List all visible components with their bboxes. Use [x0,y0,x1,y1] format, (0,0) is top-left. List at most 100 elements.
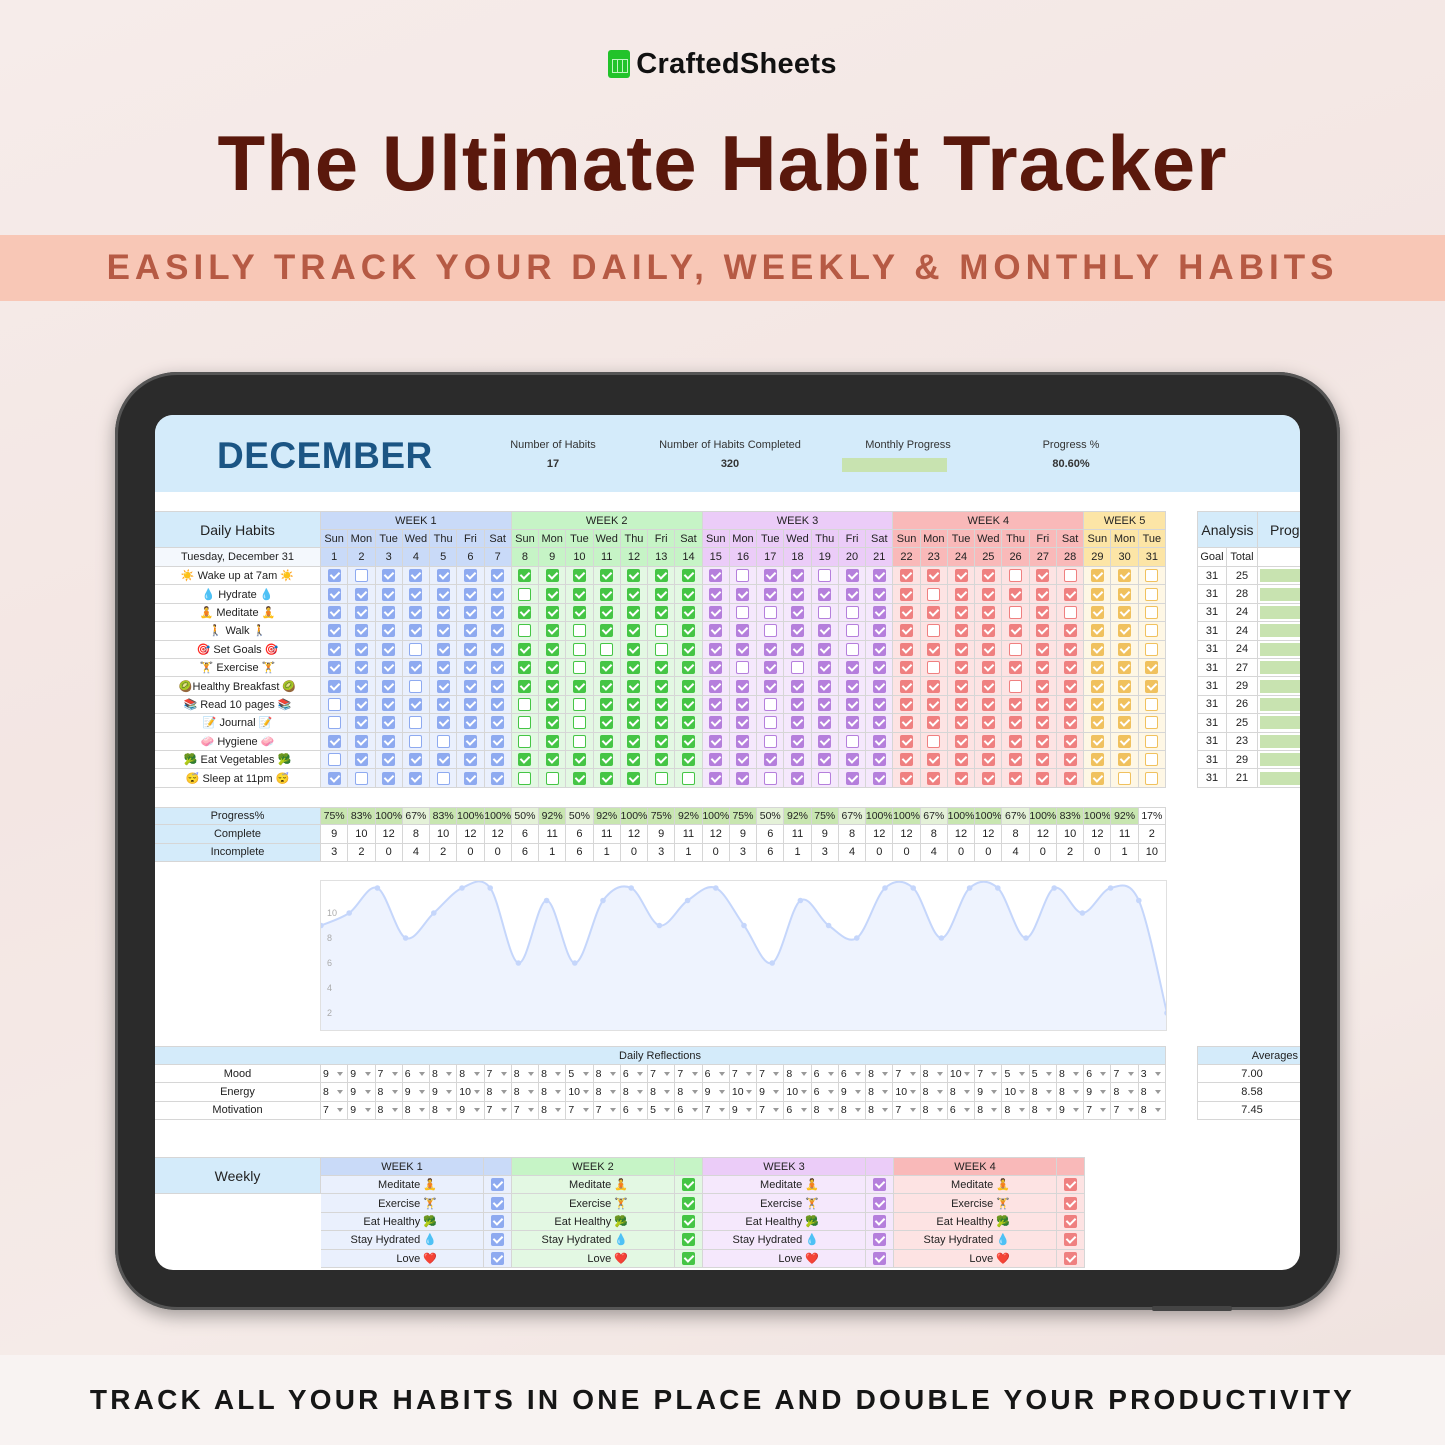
checked-checkbox[interactable] [872,624,886,638]
checked-checkbox[interactable] [382,605,396,619]
checked-checkbox[interactable] [818,624,832,638]
checked-checkbox[interactable] [491,697,505,711]
reflection-dropdown[interactable]: 9 [757,1083,785,1102]
reflection-dropdown[interactable]: 7 [484,1065,512,1084]
reflection-dropdown[interactable]: 6 [784,1101,812,1121]
unchecked-checkbox[interactable] [409,734,423,748]
reflection-dropdown[interactable]: 9 [729,1101,758,1121]
checked-checkbox[interactable] [545,587,559,601]
checked-checkbox[interactable] [409,697,423,711]
reflection-dropdown[interactable]: 7 [702,1101,730,1121]
reflection-dropdown[interactable]: 8 [838,1101,867,1121]
checked-checkbox[interactable] [927,697,941,711]
unchecked-checkbox[interactable] [327,716,341,730]
checked-checkbox[interactable] [1118,753,1132,767]
reflection-dropdown[interactable]: 10 [1002,1083,1030,1102]
unchecked-checkbox[interactable] [736,605,750,619]
checked-checkbox[interactable] [382,642,396,656]
checked-checkbox[interactable] [1036,771,1050,785]
checked-checkbox[interactable] [654,697,668,711]
reflection-dropdown[interactable]: 9 [975,1083,1003,1102]
checked-checkbox[interactable] [1036,734,1050,748]
checked-checkbox[interactable] [954,734,968,748]
checked-checkbox[interactable] [1063,642,1077,656]
reflection-dropdown[interactable]: 6 [838,1065,867,1084]
unchecked-checkbox[interactable] [1145,716,1159,730]
unchecked-checkbox[interactable] [572,697,586,711]
reflection-dropdown[interactable]: 8 [1138,1101,1166,1121]
checked-checkbox[interactable] [627,753,641,767]
checked-checkbox[interactable] [545,697,559,711]
unchecked-checkbox[interactable] [1009,569,1023,583]
checked-checkbox[interactable] [845,679,859,693]
reflection-dropdown[interactable]: 9 [348,1065,376,1084]
checked-checkbox[interactable] [845,753,859,767]
checked-checkbox[interactable] [873,1214,886,1228]
unchecked-checkbox[interactable] [1009,605,1023,619]
checked-checkbox[interactable] [627,679,641,693]
reflection-dropdown[interactable]: 7 [511,1101,540,1121]
checked-checkbox[interactable] [600,605,614,619]
reflection-dropdown[interactable]: 10 [784,1083,812,1102]
reflection-dropdown[interactable]: 8 [539,1065,567,1084]
checked-checkbox[interactable] [436,716,450,730]
reflection-dropdown[interactable]: 8 [920,1083,948,1102]
checked-checkbox[interactable] [463,569,477,583]
checked-checkbox[interactable] [409,587,423,601]
checked-checkbox[interactable] [1145,679,1159,693]
checked-checkbox[interactable] [682,1196,695,1210]
reflection-dropdown[interactable]: 9 [430,1083,458,1102]
checked-checkbox[interactable] [818,716,832,730]
checked-checkbox[interactable] [736,753,750,767]
checked-checkbox[interactable] [872,716,886,730]
unchecked-checkbox[interactable] [327,697,341,711]
reflection-dropdown[interactable]: 9 [348,1101,376,1121]
unchecked-checkbox[interactable] [1118,771,1132,785]
checked-checkbox[interactable] [463,716,477,730]
checked-checkbox[interactable] [1009,734,1023,748]
checked-checkbox[interactable] [1036,753,1050,767]
checked-checkbox[interactable] [463,734,477,748]
checked-checkbox[interactable] [845,587,859,601]
checked-checkbox[interactable] [545,753,559,767]
reflection-dropdown[interactable]: 8 [975,1101,1003,1121]
checked-checkbox[interactable] [1090,624,1104,638]
checked-checkbox[interactable] [736,716,750,730]
checked-checkbox[interactable] [545,605,559,619]
checked-checkbox[interactable] [900,605,914,619]
checked-checkbox[interactable] [954,771,968,785]
checked-checkbox[interactable] [927,716,941,730]
checked-checkbox[interactable] [791,605,804,619]
reflection-dropdown[interactable]: 8 [1029,1083,1057,1102]
reflection-dropdown[interactable]: 9 [402,1083,431,1102]
checked-checkbox[interactable] [709,587,723,601]
reflection-dropdown[interactable]: 9 [348,1083,376,1102]
reflection-dropdown[interactable]: 6 [947,1101,976,1121]
checked-checkbox[interactable] [382,697,396,711]
unchecked-checkbox[interactable] [518,587,532,601]
checked-checkbox[interactable] [491,1251,504,1265]
reflection-dropdown[interactable]: 6 [675,1101,703,1121]
unchecked-checkbox[interactable] [927,734,941,748]
reflection-dropdown[interactable]: 7 [757,1101,785,1121]
unchecked-checkbox[interactable] [654,624,668,638]
unchecked-checkbox[interactable] [1063,569,1077,583]
reflection-dropdown[interactable]: 9 [321,1065,349,1084]
checked-checkbox[interactable] [900,771,914,785]
checked-checkbox[interactable] [872,753,886,767]
checked-checkbox[interactable] [709,679,723,693]
checked-checkbox[interactable] [873,1233,886,1247]
checked-checkbox[interactable] [927,753,941,767]
checked-checkbox[interactable] [1090,771,1104,785]
checked-checkbox[interactable] [1118,642,1132,656]
checked-checkbox[interactable] [872,661,886,675]
checked-checkbox[interactable] [600,771,614,785]
checked-checkbox[interactable] [1009,624,1023,638]
checked-checkbox[interactable] [545,569,559,583]
checked-checkbox[interactable] [1063,716,1077,730]
checked-checkbox[interactable] [1118,679,1132,693]
checked-checkbox[interactable] [1009,697,1023,711]
reflection-dropdown[interactable]: 7 [757,1065,785,1084]
checked-checkbox[interactable] [981,624,995,638]
checked-checkbox[interactable] [900,679,914,693]
